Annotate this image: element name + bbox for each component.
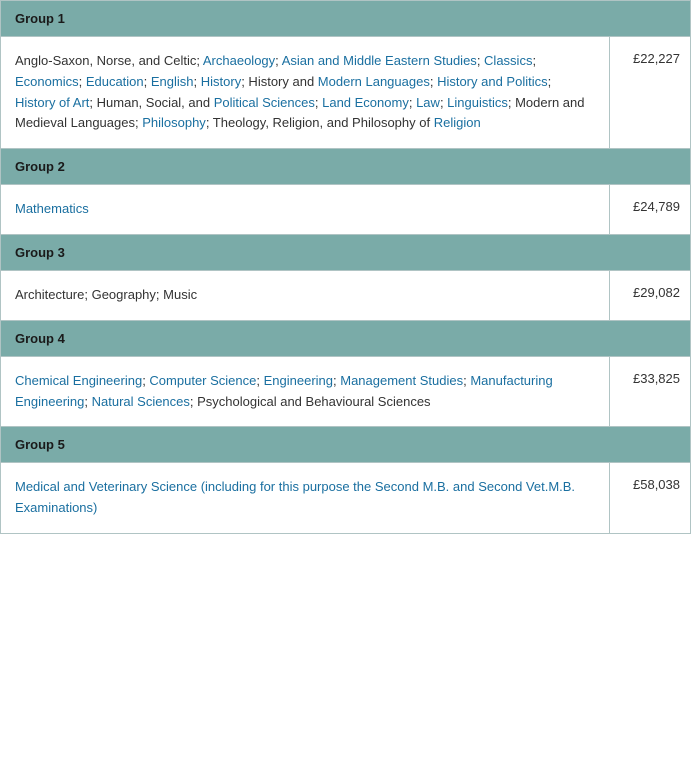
group-row-2: Mathematics £24,789 xyxy=(1,184,690,234)
subject-link[interactable]: Political Sciences xyxy=(214,95,315,110)
group-row-5: Medical and Veterinary Science (includin… xyxy=(1,462,690,533)
subject-text: ; xyxy=(532,53,536,68)
subject-text: ; xyxy=(84,394,91,409)
subject-link[interactable]: Education xyxy=(86,74,144,89)
subject-text: ; xyxy=(477,53,484,68)
subject-link[interactable]: Linguistics xyxy=(447,95,508,110)
subject-link[interactable]: Philosophy xyxy=(142,115,206,130)
subject-link[interactable]: Religion xyxy=(434,115,481,130)
subject-text: ; xyxy=(144,74,151,89)
subject-text: ; Psychological and Behavioural Sciences xyxy=(190,394,431,409)
group-header-4: Group 4 xyxy=(1,320,690,356)
group-fee-4: £33,825 xyxy=(610,357,690,427)
group-subjects-1: Anglo-Saxon, Norse, and Celtic; Archaeol… xyxy=(1,37,610,148)
subject-link[interactable]: English xyxy=(151,74,194,89)
subject-text: ; xyxy=(430,74,437,89)
subject-text: ; xyxy=(194,74,201,89)
subject-link[interactable]: Law xyxy=(416,95,440,110)
subject-text: ; History and xyxy=(241,74,318,89)
group-header-2: Group 2 xyxy=(1,148,690,184)
subject-text: Architecture; Geography; Music xyxy=(15,287,197,302)
subject-text: ; xyxy=(409,95,416,110)
subject-link[interactable]: Engineering xyxy=(264,373,333,388)
subject-link[interactable]: Management Studies xyxy=(340,373,463,388)
subject-link[interactable]: Archaeology xyxy=(203,53,275,68)
group-fee-2: £24,789 xyxy=(610,185,690,234)
group-header-3: Group 3 xyxy=(1,234,690,270)
subject-link[interactable]: Chemical Engineering xyxy=(15,373,142,388)
group-subjects-2: Mathematics xyxy=(1,185,610,234)
subject-link[interactable]: Economics xyxy=(15,74,79,89)
subject-link[interactable]: Computer Science xyxy=(149,373,256,388)
subject-link[interactable]: History of Art xyxy=(15,95,89,110)
subject-link[interactable]: Medical and Veterinary Science (includin… xyxy=(15,479,575,515)
group-row-3: Architecture; Geography; Music £29,082 xyxy=(1,270,690,320)
group-subjects-3: Architecture; Geography; Music xyxy=(1,271,610,320)
subject-text: ; Human, Social, and xyxy=(89,95,213,110)
subject-link[interactable]: History and Politics xyxy=(437,74,548,89)
subject-link[interactable]: Modern Languages xyxy=(318,74,430,89)
subject-text: ; Theology, Religion, and Philosophy of xyxy=(206,115,434,130)
subject-link[interactable]: Mathematics xyxy=(15,201,89,216)
subject-link[interactable]: Classics xyxy=(484,53,532,68)
group-fee-1: £22,227 xyxy=(610,37,690,148)
group-subjects-4: Chemical Engineering; Computer Science ; … xyxy=(1,357,610,427)
fees-table: Group 1Anglo-Saxon, Norse, and Celtic; A… xyxy=(0,0,691,534)
group-fee-5: £58,038 xyxy=(610,463,690,533)
group-subjects-5: Medical and Veterinary Science (includin… xyxy=(1,463,610,533)
subject-text: Anglo-Saxon, Norse, and Celtic; xyxy=(15,53,203,68)
subject-link[interactable]: Land Economy xyxy=(322,95,409,110)
subject-link[interactable]: Natural Sciences xyxy=(92,394,190,409)
group-fee-3: £29,082 xyxy=(610,271,690,320)
group-row-1: Anglo-Saxon, Norse, and Celtic; Archaeol… xyxy=(1,36,690,148)
subject-text: ; xyxy=(79,74,86,89)
group-header-1: Group 1 xyxy=(1,1,690,36)
group-header-5: Group 5 xyxy=(1,426,690,462)
subject-text: ; xyxy=(548,74,552,89)
group-row-4: Chemical Engineering; Computer Science ; … xyxy=(1,356,690,427)
subject-text: ; xyxy=(256,373,263,388)
subject-link[interactable]: History xyxy=(201,74,241,89)
subject-link[interactable]: Asian and Middle Eastern Studies xyxy=(282,53,477,68)
